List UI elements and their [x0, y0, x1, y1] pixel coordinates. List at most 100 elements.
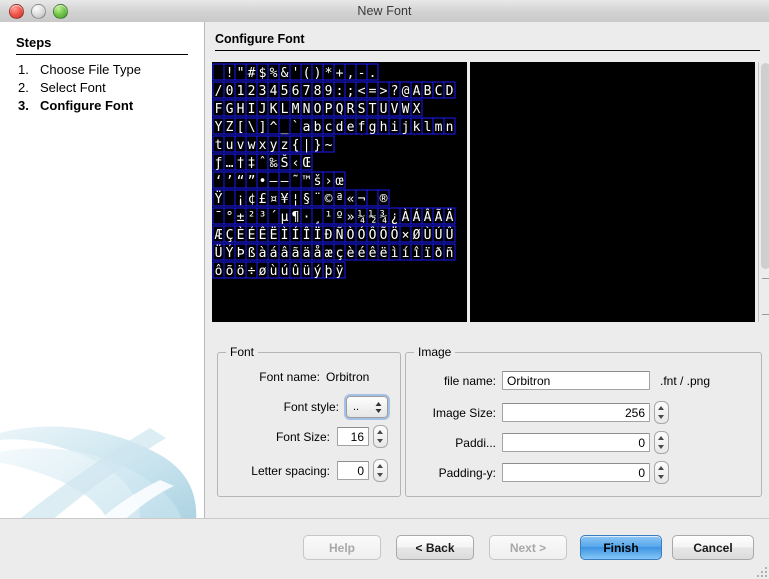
svg-text:é: é: [358, 246, 366, 261]
svg-text:Ÿ: Ÿ: [215, 191, 223, 207]
font-size-input[interactable]: 16: [337, 427, 369, 446]
svg-text:ä: ä: [303, 246, 311, 261]
svg-text:Ø: Ø: [413, 228, 421, 243]
svg-text:¸: ¸: [314, 210, 322, 225]
svg-text:B: B: [424, 84, 432, 99]
svg-text:Ð: Ð: [325, 228, 333, 243]
window-controls: [9, 4, 68, 19]
step-2-label: Select Font: [40, 80, 106, 95]
svg-text:ÿ: ÿ: [336, 264, 344, 279]
svg-text:å: å: [314, 246, 322, 261]
spinner-down-icon[interactable]: [377, 473, 383, 477]
svg-text:ú: ú: [281, 264, 289, 279]
svg-text:Z: Z: [226, 120, 234, 135]
svg-text:ë: ë: [380, 246, 388, 261]
preview-vertical-scrollbar[interactable]: [758, 62, 769, 322]
close-button[interactable]: [9, 4, 24, 19]
svg-text:‹: ‹: [292, 156, 300, 171]
padding-y-input[interactable]: 0: [502, 463, 650, 482]
zoom-button[interactable]: [53, 4, 68, 19]
svg-text:¤: ¤: [270, 192, 278, 207]
svg-text:@: @: [402, 84, 410, 99]
svg-text:¶: ¶: [292, 210, 300, 225]
spinner-up-icon[interactable]: [658, 466, 664, 470]
svg-text:J: J: [259, 102, 267, 117]
spinner-up-icon[interactable]: [658, 406, 664, 410]
svg-text:G: G: [226, 102, 234, 117]
spinner-up-icon[interactable]: [377, 430, 383, 434]
svg-text:N: N: [303, 102, 311, 117]
svg-text:Á: Á: [413, 209, 421, 225]
spinner-up-icon[interactable]: [377, 464, 383, 468]
spinner-down-icon[interactable]: [658, 415, 664, 419]
resize-grip[interactable]: [755, 565, 767, 577]
font-style-label: Font style:: [283, 400, 339, 414]
finish-button[interactable]: Finish: [580, 535, 662, 560]
svg-text:â: â: [281, 246, 289, 261]
svg-text:«: «: [347, 192, 355, 207]
padding-x-label: Paddi...: [455, 435, 496, 450]
svg-text:·: ·: [303, 210, 311, 225]
letter-spacing-input[interactable]: 0: [337, 461, 369, 480]
svg-text:7: 7: [303, 84, 311, 99]
scrollbar-thumb[interactable]: [761, 63, 769, 269]
svg-text:—: —: [281, 174, 289, 189]
svg-text:Ï: Ï: [314, 227, 322, 243]
svg-text:²: ²: [248, 210, 256, 225]
svg-text:¨: ¨: [314, 192, 322, 207]
title-bar: New Font: [0, 0, 769, 23]
svg-text:œ: œ: [336, 174, 344, 189]
spinner-down-icon[interactable]: [377, 439, 383, 443]
svg-text:µ: µ: [281, 210, 289, 225]
svg-text:…: …: [226, 156, 234, 171]
file-name-input[interactable]: Orbitron: [502, 371, 650, 390]
svg-text:ö: ö: [237, 264, 245, 279]
svg-text:y: y: [270, 138, 278, 153]
back-button[interactable]: < Back: [396, 535, 474, 560]
svg-text:': ': [292, 66, 300, 81]
font-atlas-canvas[interactable]: ! " # $% & '() * +, -. /0 1 2 3 4 5 6 7 8 9:; < = >? @ A B C D F G H I…: [212, 62, 467, 322]
svg-text:Æ: Æ: [215, 228, 223, 243]
svg-text:H: H: [237, 102, 245, 117]
chevron-updown-icon: [375, 402, 382, 413]
letter-spacing-row: Letter spacing: 0: [218, 459, 388, 482]
svg-text:g: g: [369, 120, 377, 135]
svg-text:®: ®: [380, 192, 388, 207]
image-size-input[interactable]: 256: [502, 403, 650, 422]
svg-text:^: ^: [270, 120, 278, 135]
svg-text:&: &: [281, 66, 289, 81]
svg-text:’: ’: [226, 174, 234, 189]
svg-text:U: U: [380, 102, 388, 117]
spinner-down-icon[interactable]: [658, 445, 664, 449]
file-name-suffix: .fnt / .png: [660, 373, 711, 388]
svg-text:û: û: [292, 264, 300, 279]
image-size-spinner[interactable]: [654, 401, 669, 424]
svg-text:c: c: [325, 120, 333, 135]
next-button[interactable]: Next >: [489, 535, 567, 560]
svg-text:©: ©: [325, 192, 333, 207]
font-style-combobox[interactable]: ..: [346, 396, 388, 418]
spinner-down-icon[interactable]: [658, 475, 664, 479]
image-size-row: Image Size: 256: [418, 401, 669, 424]
spinner-up-icon[interactable]: [658, 436, 664, 440]
svg-text:‰: ‰: [270, 156, 278, 171]
padding-y-spinner[interactable]: [654, 461, 669, 484]
svg-text:.: .: [369, 66, 377, 81]
padding-x-spinner[interactable]: [654, 431, 669, 454]
scrollbar-end-arrow[interactable]: [762, 314, 769, 315]
svg-text:P: P: [325, 102, 333, 117]
svg-text:F: F: [215, 102, 223, 117]
svg-text:+: +: [336, 66, 344, 81]
minimize-button[interactable]: [31, 4, 46, 19]
svg-text:x: x: [259, 138, 267, 153]
help-button[interactable]: Help: [303, 535, 381, 560]
steps-sidebar: Steps 1. Choose File Type 2. Select Font…: [0, 22, 205, 518]
svg-text:Â: Â: [424, 209, 432, 225]
svg-text:í: í: [402, 246, 410, 261]
cancel-button[interactable]: Cancel: [672, 535, 754, 560]
font-size-spinner[interactable]: [373, 425, 388, 448]
scrollbar-down-arrow[interactable]: [762, 278, 769, 279]
step-2-number: 2.: [18, 80, 29, 95]
padding-x-input[interactable]: 0: [502, 433, 650, 452]
letter-spacing-spinner[interactable]: [373, 459, 388, 482]
